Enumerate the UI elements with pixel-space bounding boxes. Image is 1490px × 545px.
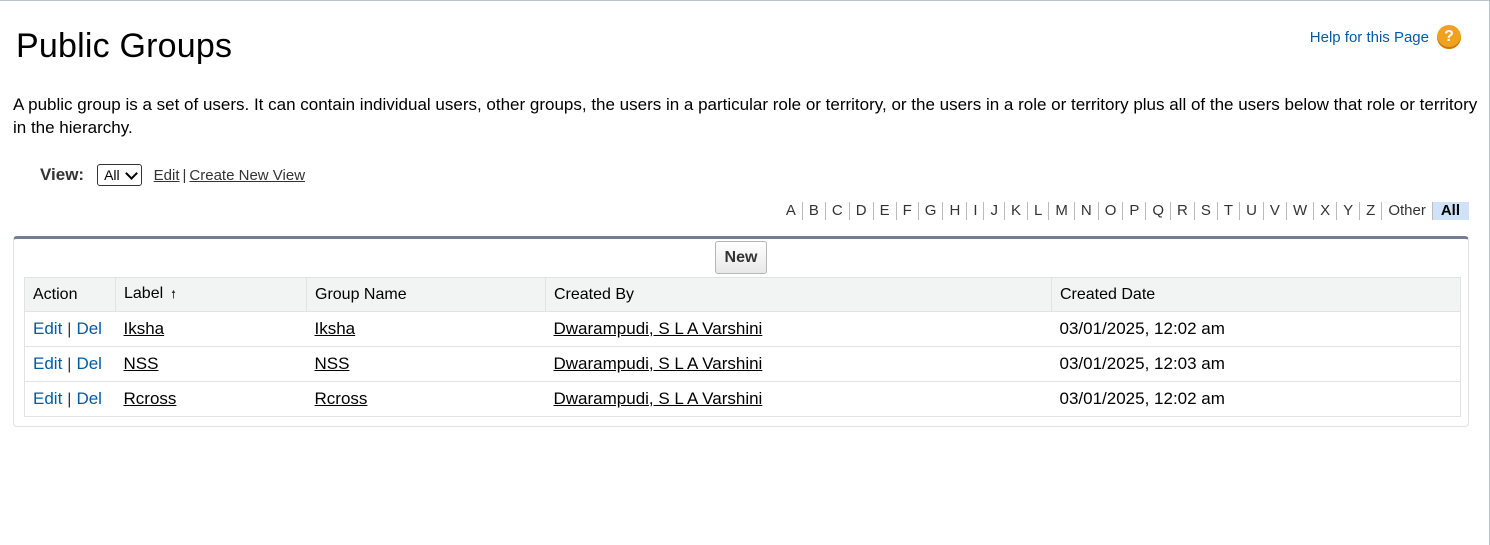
table-row: Edit | Del Rcross Rcross Dwarampudi, S L A Va… [25, 382, 1461, 417]
alphabet-letter-u[interactable]: U [1239, 202, 1263, 220]
alphabet-letter-z[interactable]: Z [1359, 202, 1381, 220]
alphabet-letter-all[interactable]: All [1431, 202, 1469, 220]
column-header-label-text: Label [124, 284, 164, 302]
view-select-value: All [104, 167, 120, 183]
created-by-cell: Dwarampudi, S L A Varshini [545, 311, 1052, 347]
alphabet-letter-b[interactable]: B [801, 202, 825, 220]
table-row: Edit | Del NSS NSS Dwarampudi, S L A Varshini… [24, 346, 1461, 382]
alphabet-letter-other[interactable]: Other [1381, 202, 1432, 220]
alphabet-letter-n[interactable]: N [1073, 202, 1098, 220]
alphabet-letter-q[interactable]: Q [1145, 202, 1170, 220]
label-cell: Rcross [116, 382, 307, 417]
help-link[interactable]: Help for this Page [1310, 29, 1429, 46]
separator: | [182, 166, 187, 184]
alphabet-filter: A B C D E F G H I J K L M N O P Q R S T U V W X Y Z Other All [780, 202, 1469, 220]
view-select[interactable]: All [97, 164, 142, 186]
alphabet-letter-p[interactable]: P [1122, 202, 1145, 220]
alphabet-letter-s[interactable]: S [1193, 202, 1217, 220]
group-label-link[interactable]: Rcross [124, 389, 177, 408]
delete-row-link[interactable]: Del [76, 354, 102, 373]
question-icon[interactable]: ? [1437, 25, 1461, 49]
alphabet-letter-f[interactable]: F [895, 202, 918, 220]
page-description: A public group is a set of users. It can… [13, 95, 1478, 137]
group-name-link[interactable]: Iksha [315, 319, 356, 338]
alphabet-letter-h[interactable]: H [942, 202, 966, 220]
alphabet-letter-a[interactable]: A [780, 202, 802, 220]
view-label: View: [40, 165, 85, 184]
create-new-view-link[interactable]: Create New View [189, 167, 305, 184]
alphabet-letter-i[interactable]: I [966, 202, 983, 220]
group-label-link[interactable]: NSS [124, 354, 159, 373]
action-cell: Edit | Del [24, 346, 116, 382]
list-container: New Action Label 🠕 Group Name Created By … [13, 236, 1469, 427]
table-row: Edit | Del Iksha Iksha Dwarampudi, S L A Vars… [24, 311, 1461, 347]
help-section: Help for this Page ? [1310, 25, 1461, 49]
separator: | [67, 356, 72, 373]
table-header-row: Action Label 🠕 Group Name Created By Crea… [24, 277, 1461, 312]
chevron-down-icon [124, 166, 138, 180]
edit-row-link[interactable]: Edit [33, 354, 62, 373]
alphabet-letter-v[interactable]: V [1262, 202, 1286, 220]
column-header-label[interactable]: Label 🠕 [115, 277, 307, 312]
alphabet-letter-d[interactable]: D [848, 202, 873, 220]
groups-table: Action Label 🠕 Group Name Created By Crea… [24, 277, 1461, 417]
alphabet-letter-c[interactable]: C [824, 202, 849, 220]
group-name-link[interactable]: Rcross [315, 389, 368, 408]
delete-row-link[interactable]: Del [76, 319, 102, 338]
column-header-created-date[interactable]: Created Date [1051, 277, 1461, 312]
alphabet-letter-l[interactable]: L [1027, 202, 1048, 220]
delete-row-link[interactable]: Del [76, 389, 102, 408]
view-selector-row: View: All Edit | Create New View [40, 164, 305, 186]
label-cell: NSS [115, 346, 307, 382]
alphabet-letter-e[interactable]: E [872, 202, 896, 220]
group-name-cell: Rcross [307, 382, 546, 417]
alphabet-letter-m[interactable]: M [1048, 202, 1074, 220]
alphabet-letter-g[interactable]: G [917, 202, 943, 220]
group-name-link[interactable]: NSS [315, 354, 350, 373]
alphabet-letter-k[interactable]: K [1003, 202, 1027, 220]
column-header-group-name[interactable]: Group Name [306, 277, 546, 312]
edit-row-link[interactable]: Edit [33, 319, 62, 338]
alphabet-letter-r[interactable]: R [1170, 202, 1194, 220]
label-cell: Iksha [115, 311, 307, 347]
group-name-cell: NSS [306, 346, 546, 382]
alphabet-letter-y[interactable]: Y [1336, 202, 1359, 220]
created-by-link[interactable]: Dwarampudi, S L A Varshini [554, 354, 763, 373]
table-body: Edit | Del Iksha Iksha Dwarampudi, S L A Vars… [24, 311, 1461, 417]
group-label-link[interactable]: Iksha [124, 319, 165, 338]
edit-view-link[interactable]: Edit [154, 167, 180, 184]
created-by-cell: Dwarampudi, S L A Varshini [545, 346, 1052, 382]
alphabet-letter-x[interactable]: X [1313, 202, 1336, 220]
created-date-cell: 03/01/2025, 12:02 am [1051, 311, 1461, 347]
edit-row-link[interactable]: Edit [33, 389, 62, 408]
column-header-created-by[interactable]: Created By [545, 277, 1052, 312]
created-by-link[interactable]: Dwarampudi, S L A Varshini [554, 319, 763, 338]
created-date-cell: 03/01/2025, 12:02 am [1059, 389, 1225, 408]
action-cell: Edit | Del [25, 382, 116, 417]
alphabet-letter-j[interactable]: J [983, 202, 1004, 220]
column-header-action: Action [24, 277, 116, 312]
arrow-up-icon: 🠕 [171, 288, 176, 301]
created-by-link[interactable]: Dwarampudi, S L A Varshini [554, 389, 763, 408]
separator: | [67, 391, 72, 408]
new-button[interactable]: New [715, 241, 767, 274]
page-title: Public Groups [16, 27, 233, 65]
action-cell: Edit | Del [24, 311, 116, 347]
created-date-cell: 03/01/2025, 12:03 am [1051, 346, 1461, 382]
created-by-cell: Dwarampudi, S L A Varshini [546, 382, 1052, 417]
separator: | [67, 321, 72, 338]
alphabet-letter-w[interactable]: W [1285, 202, 1313, 220]
alphabet-letter-o[interactable]: O [1097, 202, 1123, 220]
alphabet-letter-t[interactable]: T [1216, 202, 1239, 220]
group-name-cell: Iksha [306, 311, 546, 347]
